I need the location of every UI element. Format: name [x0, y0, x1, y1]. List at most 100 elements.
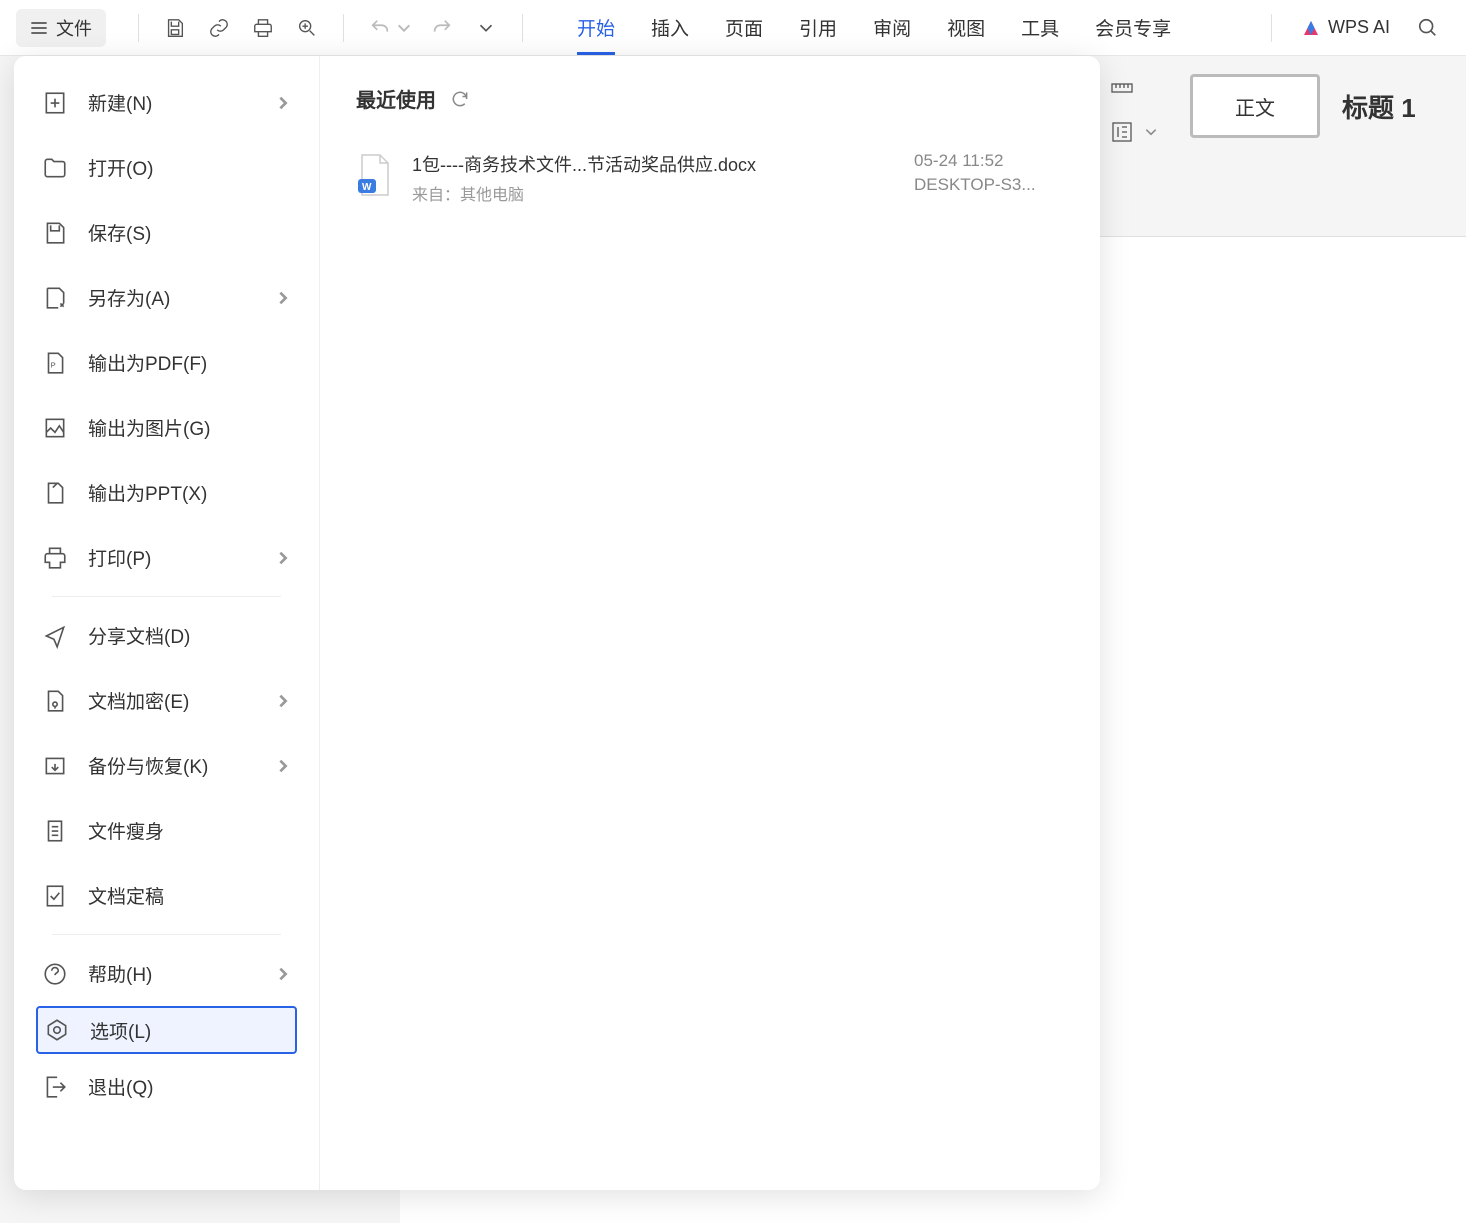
- recent-title: 最近使用: [356, 84, 436, 113]
- tab-start[interactable]: 开始: [577, 0, 615, 55]
- menu-save-as-label: 另存为(A): [88, 284, 275, 311]
- menu-new[interactable]: 新建(N): [14, 70, 319, 135]
- menu-options[interactable]: 选项(L): [36, 1006, 297, 1054]
- menu-save-as[interactable]: 另存为(A): [14, 265, 319, 330]
- tab-page[interactable]: 页面: [725, 0, 763, 55]
- toolbar-right: WPS AI: [1257, 14, 1450, 42]
- menu-save-label: 保存(S): [88, 219, 291, 246]
- file-menu-sidebar: 新建(N) 打开(O) 保存(S) 另存为(A) P 输出为P: [14, 56, 320, 1190]
- menu-share[interactable]: 分享文档(D): [14, 603, 319, 668]
- doc-info: 1包----商务技术文件...节活动奖品供应.docx 来自：其他电脑: [412, 151, 896, 205]
- image-icon: [42, 415, 68, 441]
- menu-options-label: 选项(L): [90, 1017, 289, 1044]
- pdf-icon: P: [42, 350, 68, 376]
- menu-print[interactable]: 打印(P): [14, 525, 319, 590]
- menu-encrypt-label: 文档加密(E): [88, 687, 275, 714]
- chevron-right-icon: [275, 550, 291, 566]
- print-icon[interactable]: [251, 16, 275, 40]
- chevron-right-icon: [275, 693, 291, 709]
- wps-ai-label: WPS AI: [1328, 17, 1390, 38]
- ribbon-tabs: 开始 插入 页面 引用 审阅 视图 工具 会员专享: [577, 0, 1171, 55]
- tab-reference[interactable]: 引用: [799, 0, 837, 55]
- chevron-right-icon: [275, 966, 291, 982]
- file-menu-content: 最近使用 W 1包----商务技术文件...节活动奖品供应.docx 来自：其他…: [320, 56, 1100, 1190]
- tab-view[interactable]: 视图: [947, 0, 985, 55]
- menu-export-image[interactable]: 输出为图片(G): [14, 395, 319, 460]
- menu-print-label: 打印(P): [88, 544, 275, 571]
- exit-icon: [42, 1074, 68, 1100]
- link-icon[interactable]: [207, 16, 231, 40]
- menu-finalize[interactable]: 文档定稿: [14, 863, 319, 928]
- menu-save[interactable]: 保存(S): [14, 200, 319, 265]
- tab-tools[interactable]: 工具: [1021, 0, 1059, 55]
- menu-open[interactable]: 打开(O): [14, 135, 319, 200]
- chevron-right-icon: [275, 758, 291, 774]
- chevron-right-icon: [275, 95, 291, 111]
- tab-insert[interactable]: 插入: [651, 0, 689, 55]
- print-preview-icon[interactable]: [295, 16, 319, 40]
- menu-exit[interactable]: 退出(Q): [14, 1054, 319, 1119]
- encrypt-icon: [42, 688, 68, 714]
- menu-export-image-label: 输出为图片(G): [88, 414, 291, 441]
- wps-ai-button[interactable]: WPS AI: [1302, 17, 1390, 38]
- menu-help-label: 帮助(H): [88, 960, 275, 987]
- style-body-text-label: 正文: [1235, 92, 1275, 121]
- tab-member[interactable]: 会员专享: [1095, 0, 1171, 55]
- menu-export-ppt-label: 输出为PPT(X): [88, 479, 291, 506]
- file-menu-label: 文件: [56, 15, 92, 41]
- menu-open-label: 打开(O): [88, 154, 291, 181]
- menu-slim[interactable]: 文件瘦身: [14, 798, 319, 863]
- menu-exit-label: 退出(Q): [88, 1073, 291, 1100]
- tab-review[interactable]: 审阅: [873, 0, 911, 55]
- recent-file-item[interactable]: W 1包----商务技术文件...节活动奖品供应.docx 来自：其他电脑 05…: [356, 141, 1064, 215]
- style-body-text[interactable]: 正文: [1190, 74, 1320, 138]
- menu-separator: [52, 934, 281, 935]
- separator: [522, 14, 523, 42]
- doc-source: 来自：其他电脑: [412, 181, 896, 205]
- menu-backup[interactable]: 备份与恢复(K): [14, 733, 319, 798]
- search-icon[interactable]: [1416, 16, 1440, 40]
- ppt-icon: [42, 480, 68, 506]
- side-controls: [1110, 76, 1158, 144]
- toolbar: 文件 开始 插入 页面 引用 审阅 视图 工具 会员专享 WPS AI: [0, 0, 1466, 56]
- svg-text:P: P: [51, 360, 56, 369]
- help-icon: [42, 961, 68, 987]
- menu-icon: [30, 19, 48, 37]
- slim-icon: [42, 818, 68, 844]
- menu-help[interactable]: 帮助(H): [14, 941, 319, 1006]
- doc-name: 1包----商务技术文件...节活动奖品供应.docx: [412, 151, 896, 177]
- text-direction-icon[interactable]: [1110, 120, 1134, 144]
- separator: [1271, 14, 1272, 42]
- more-dropdown-icon[interactable]: [474, 16, 498, 40]
- menu-separator: [52, 596, 281, 597]
- menu-export-ppt[interactable]: 输出为PPT(X): [14, 460, 319, 525]
- finalize-icon: [42, 883, 68, 909]
- ruler-icon[interactable]: [1110, 76, 1134, 100]
- refresh-icon[interactable]: [450, 89, 470, 109]
- main-area: 正文 标题 1 新建(N) 打开(O) 保存(S) 另存为(: [0, 56, 1466, 1223]
- docx-icon: W: [356, 153, 394, 197]
- save-icon[interactable]: [163, 16, 187, 40]
- save-icon: [42, 220, 68, 246]
- undo-dropdown[interactable]: [396, 20, 412, 36]
- redo-icon[interactable]: [430, 16, 454, 40]
- svg-text:W: W: [362, 182, 372, 193]
- menu-finalize-label: 文档定稿: [88, 882, 291, 909]
- file-menu-panel: 新建(N) 打开(O) 保存(S) 另存为(A) P 输出为P: [14, 56, 1100, 1190]
- save-as-icon: [42, 285, 68, 311]
- separator: [138, 14, 139, 42]
- share-icon: [42, 623, 68, 649]
- menu-backup-label: 备份与恢复(K): [88, 752, 275, 779]
- style-heading-1[interactable]: 标题 1: [1342, 88, 1416, 125]
- file-menu-button[interactable]: 文件: [16, 9, 106, 47]
- menu-new-label: 新建(N): [88, 89, 275, 116]
- chevron-right-icon: [275, 290, 291, 306]
- undo-icon[interactable]: [368, 16, 392, 40]
- recent-header: 最近使用: [356, 84, 1064, 113]
- menu-encrypt[interactable]: 文档加密(E): [14, 668, 319, 733]
- new-icon: [42, 90, 68, 116]
- menu-export-pdf-label: 输出为PDF(F): [88, 349, 291, 376]
- separator: [343, 14, 344, 42]
- dropdown-icon[interactable]: [1144, 125, 1158, 139]
- menu-export-pdf[interactable]: P 输出为PDF(F): [14, 330, 319, 395]
